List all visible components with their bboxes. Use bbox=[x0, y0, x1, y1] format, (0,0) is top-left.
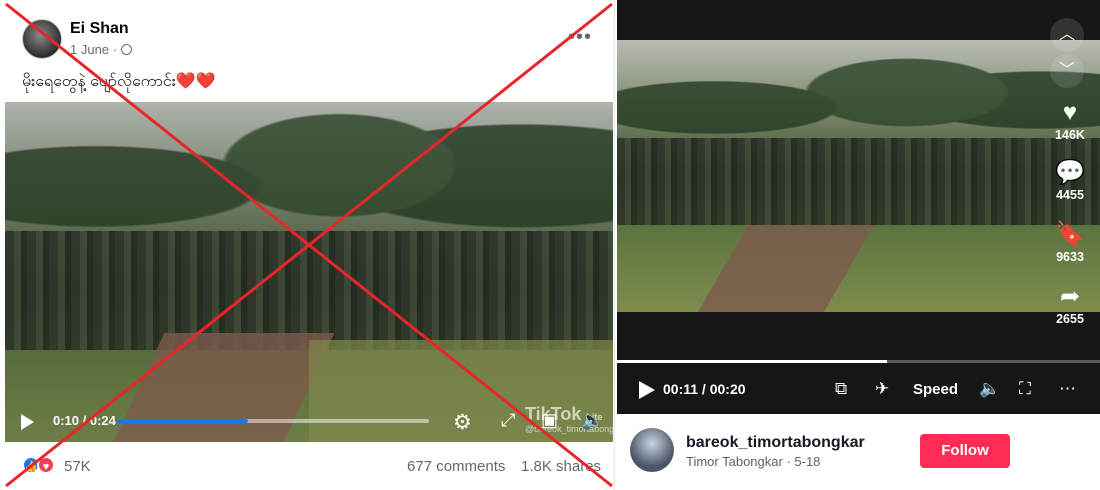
post-meta: 1 June · bbox=[70, 42, 132, 57]
floating-player-icon[interactable]: ✈ bbox=[875, 379, 889, 399]
author-subtitle: Timor Tabongkar · 5-18 bbox=[686, 454, 821, 469]
globe-icon bbox=[120, 44, 132, 55]
likes-count: 146K bbox=[1055, 128, 1085, 142]
shares-count[interactable]: 1.8K shares bbox=[521, 458, 601, 475]
reactions-count[interactable]: 57K bbox=[64, 458, 91, 475]
comment-icon[interactable]: 💬 bbox=[1046, 160, 1094, 186]
autoscroll-icon[interactable]: ⧉ bbox=[835, 379, 847, 399]
video-progress-fill bbox=[117, 419, 249, 423]
video-frame-path bbox=[698, 224, 874, 312]
author-name[interactable]: Ei Shan bbox=[70, 20, 129, 38]
fullscreen-icon[interactable]: ⛶ bbox=[1019, 379, 1031, 399]
speed-button[interactable]: Speed bbox=[913, 381, 958, 398]
author-bar: bareok_timortabongkar Timor Tabongkar · … bbox=[617, 414, 1100, 490]
tiktok-video-frame bbox=[617, 40, 1100, 312]
tiktok-progress-fill bbox=[617, 360, 888, 363]
saves-count: 9633 bbox=[1056, 250, 1084, 264]
video-frame-soldiers bbox=[617, 137, 1100, 225]
save-action[interactable]: 🔖 9633 bbox=[1046, 222, 1094, 265]
tiktok-video-time: 00:11 / 00:20 bbox=[663, 381, 746, 397]
comments-count: 4455 bbox=[1056, 188, 1084, 202]
author-avatar[interactable] bbox=[22, 19, 62, 59]
share-arrow-icon[interactable]: ➦ bbox=[1046, 284, 1094, 310]
tiktok-video-player[interactable]: ︿ ﹀ ♥ 146K 💬 4455 🔖 9633 ➦ 2655 00:11 / … bbox=[617, 0, 1100, 414]
chevron-down-icon[interactable]: ﹀ bbox=[1050, 54, 1084, 88]
play-icon[interactable] bbox=[21, 414, 34, 430]
shares-count: 2655 bbox=[1056, 312, 1084, 326]
facebook-video-player[interactable]: TikTok Lite @bareok_timortabongkar 0:10 … bbox=[5, 102, 613, 442]
post-caption: မိုးရေတွေနဲ့ ပျော်လိုကောင်း❤️❤️ bbox=[22, 70, 216, 94]
post-footer: 👍 ♥ 57K 677 comments 1.8K shares bbox=[0, 452, 615, 482]
tiktok-progress-bar[interactable] bbox=[617, 360, 1100, 363]
more-options-icon[interactable]: ⋯ bbox=[1059, 379, 1076, 399]
post-date[interactable]: 1 June · bbox=[70, 42, 117, 57]
caption-text: မိုးရေတွေနဲ့ ပျော်လိုကောင်း bbox=[22, 73, 176, 90]
settings-gear-icon[interactable]: ⚙ bbox=[453, 410, 472, 435]
follow-button[interactable]: Follow bbox=[920, 434, 1010, 468]
share-action[interactable]: ➦ 2655 bbox=[1046, 284, 1094, 327]
love-reaction-icon[interactable]: ♥ bbox=[37, 456, 55, 474]
volume-icon[interactable]: 🔈 bbox=[979, 379, 1000, 399]
heart-icon[interactable]: ♥ bbox=[1046, 100, 1094, 126]
comment-action[interactable]: 💬 4455 bbox=[1046, 160, 1094, 203]
video-controls: 0:10 / 0:24 ⚙ ⤢ ▣ 🔈 bbox=[5, 400, 613, 442]
tiktok-post: ︿ ﹀ ♥ 146K 💬 4455 🔖 9633 ➦ 2655 00:11 / … bbox=[617, 0, 1100, 490]
heart-emoji: ❤️❤️ bbox=[175, 73, 216, 90]
author-avatar[interactable] bbox=[630, 428, 674, 472]
more-options-icon[interactable]: ••• bbox=[568, 26, 592, 49]
video-time: 0:10 / 0:24 bbox=[53, 413, 116, 428]
play-icon[interactable] bbox=[639, 381, 655, 399]
bookmark-icon[interactable]: 🔖 bbox=[1046, 222, 1094, 248]
picture-in-picture-icon[interactable]: ▣ bbox=[541, 410, 558, 431]
volume-icon[interactable]: 🔈 bbox=[581, 410, 603, 431]
author-username[interactable]: bareok_timortabongkar bbox=[686, 434, 865, 452]
facebook-post: Ei Shan 1 June · ••• မိုးရေတွေနဲ့ ပျော်လ… bbox=[0, 0, 615, 490]
comments-count[interactable]: 677 comments bbox=[407, 458, 505, 475]
fullscreen-icon[interactable]: ⤢ bbox=[501, 410, 515, 431]
like-action[interactable]: ♥ 146K bbox=[1046, 100, 1094, 143]
chevron-up-icon[interactable]: ︿ bbox=[1050, 18, 1084, 52]
video-progress-bar[interactable] bbox=[117, 419, 429, 423]
